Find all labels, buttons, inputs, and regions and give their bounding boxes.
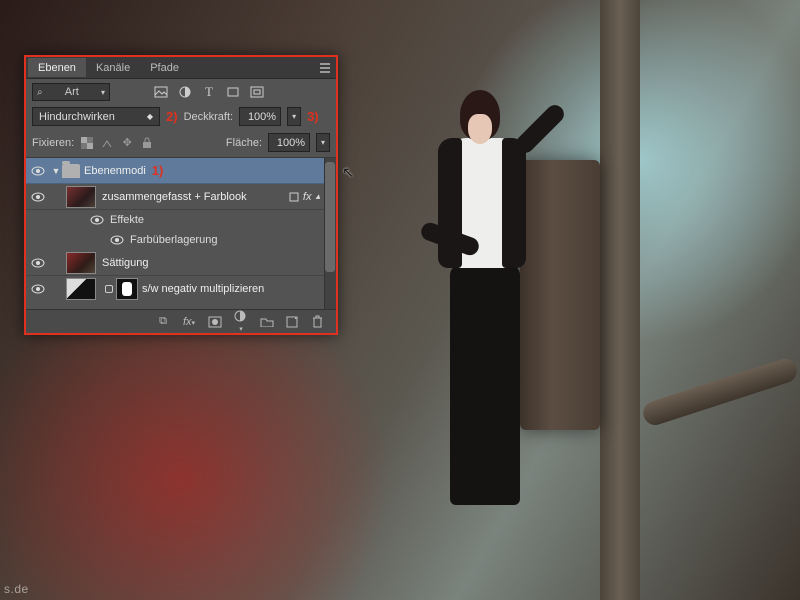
effects-label: Effekte [110,214,144,226]
lock-position-icon[interactable]: ✥ [120,136,134,150]
panel-menu-icon[interactable] [314,57,336,79]
opacity-input[interactable]: 100% [239,107,281,126]
delete-layer-icon[interactable] [312,315,326,328]
disclosure-icon[interactable]: ▼ [50,166,62,176]
filter-type-icon[interactable]: T [200,83,218,101]
layer-row[interactable]: zusammengefasst + Farblook fx ▴ [26,184,336,210]
annotation-1: 1) [152,163,164,178]
annotation-2: 2) [166,109,178,124]
visibility-toggle-icon[interactable] [26,258,50,268]
layer-name: zusammengefasst + Farblook [102,191,247,203]
lock-transparency-icon[interactable] [80,136,94,150]
layer-link-icon [105,285,113,293]
filter-smart-icon[interactable] [248,83,266,101]
filter-kind-select[interactable]: ⌕ Art ▾ [32,83,110,101]
scrollbar-thumb[interactable] [325,162,335,272]
layer-group-row[interactable]: ▼ Ebenenmodi 1) [26,158,336,184]
tab-channels[interactable]: Kanäle [86,58,140,77]
blend-mode-select[interactable]: Hindurchwirken ◆ [32,107,160,126]
fill-label: Fläche: [226,137,262,149]
panel-footer: ⧉ fx▾ ▾ [26,309,336,333]
new-group-icon[interactable] [260,316,274,327]
add-style-icon[interactable]: fx▾ [182,316,196,328]
watermark-text: s.de [4,582,29,596]
layer-name: s/w negativ multiplizieren [142,283,264,295]
visibility-toggle-icon[interactable] [26,284,50,294]
visibility-toggle-icon[interactable] [26,192,50,202]
visibility-toggle-icon[interactable] [110,235,124,245]
visibility-toggle-icon[interactable] [26,166,50,176]
folder-icon [62,164,80,178]
add-mask-icon[interactable] [208,316,222,328]
opacity-caret[interactable]: ▾ [287,107,301,126]
opacity-label: Deckkraft: [184,111,234,123]
layer-thumbnail [66,278,96,300]
bg-pipe [600,0,640,600]
effect-name: Farbüberlagerung [130,234,217,246]
lock-label: Fixieren: [32,137,74,149]
bg-person [390,80,570,520]
layer-effect-item[interactable]: Farbüberlagerung [26,230,336,250]
tab-paths[interactable]: Pfade [140,58,189,77]
layer-fx-indicator[interactable]: fx ▴ [289,191,324,203]
filter-shape-icon[interactable] [224,83,242,101]
chevron-up-icon[interactable]: ▴ [315,191,320,202]
fill-input[interactable]: 100% [268,133,310,152]
layer-effects-row[interactable]: Effekte [26,210,336,230]
filter-adjust-icon[interactable] [176,83,194,101]
layer-list: ↖ ▼ Ebenenmodi 1) zusammengefasst + Farb… [26,158,336,302]
annotation-3: 3) [307,109,319,124]
filter-pixel-icon[interactable] [152,83,170,101]
filter-row: ⌕ Art ▾ T [26,79,336,105]
mouse-cursor-icon: ↖ [342,164,354,181]
new-layer-icon[interactable] [286,316,300,328]
link-layers-icon[interactable]: ⧉ [156,315,170,328]
fx-link-icon [289,192,299,202]
layer-thumbnail [66,186,96,208]
layer-row[interactable]: s/w negativ multiplizieren [26,276,336,302]
add-adjustment-icon[interactable]: ▾ [234,310,248,334]
blend-row: Hindurchwirken ◆ 2) Deckkraft: 100% ▾ 3) [26,105,336,130]
layer-group-name: Ebenenmodi [84,165,146,177]
layer-name: Sättigung [102,257,148,269]
blend-mode-value: Hindurchwirken [39,111,115,123]
lock-row: Fixieren: ✥ Fläche: 100% ▾ [26,130,336,158]
visibility-toggle-icon[interactable] [90,215,104,225]
layer-thumbnail [66,252,96,274]
panel-tabs: Ebenen Kanäle Pfade [26,57,336,79]
layers-panel: Ebenen Kanäle Pfade ⌕ Art ▾ T Hindurchwi… [24,55,338,335]
lock-all-icon[interactable] [140,136,154,150]
fill-caret[interactable]: ▾ [316,133,330,152]
scrollbar[interactable] [324,158,336,316]
filter-kind-label: Art [65,86,79,98]
layer-row[interactable]: Sättigung [26,250,336,276]
lock-pixels-icon[interactable] [100,136,114,150]
layer-mask-thumbnail [116,278,138,300]
tab-layers[interactable]: Ebenen [28,58,86,77]
